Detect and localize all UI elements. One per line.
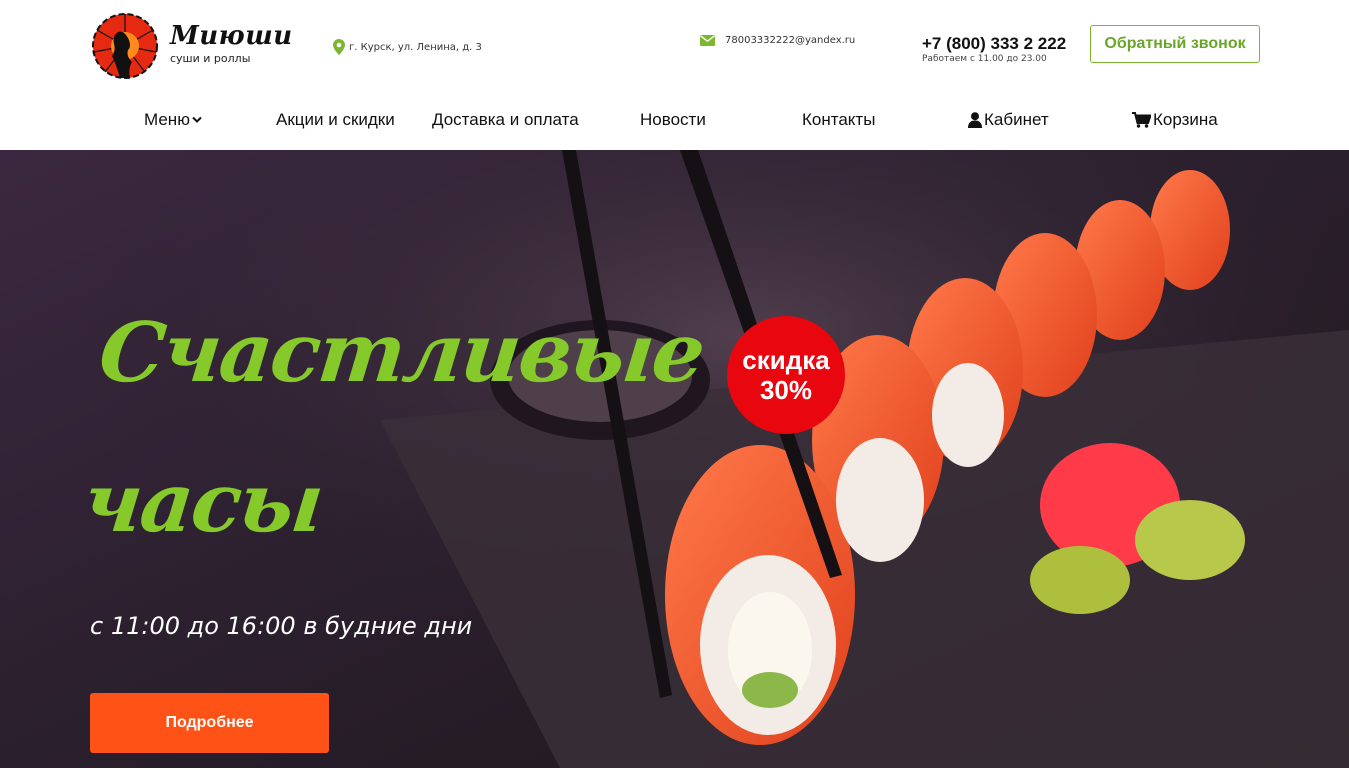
brand-tagline: суши и роллы <box>170 52 251 65</box>
nav-item-label: Доставка и оплата <box>432 110 579 129</box>
hero-banner: Счастливые часы с 11:00 до 16:00 в будни… <box>0 150 1349 768</box>
nav-item-news[interactable]: Новости <box>640 110 706 130</box>
email-link[interactable]: 78003332222@yandex.ru <box>725 35 855 46</box>
discount-badge: скидка 30% <box>727 316 845 434</box>
badge-line-1: скидка <box>742 345 830 375</box>
nav-item-cart[interactable]: Корзина <box>1132 110 1218 130</box>
chevron-down-icon <box>192 116 202 123</box>
main-nav: Меню Акции и скидки Доставка и оплата Но… <box>0 102 1349 140</box>
nav-item-label: Новости <box>640 110 706 129</box>
email[interactable]: 78003332222@yandex.ru <box>700 35 855 46</box>
user-icon <box>968 112 982 128</box>
phone-number[interactable]: +7 (800) 333 2 222 <box>922 35 1066 53</box>
map-pin-icon <box>333 39 345 55</box>
nav-item-label: Корзина <box>1153 110 1218 129</box>
logo-text[interactable]: Миюши суши и роллы <box>170 22 293 65</box>
hero-subtitle: с 11:00 до 16:00 в будние дни <box>90 612 473 640</box>
nav-item-account[interactable]: Кабинет <box>968 110 1049 130</box>
phone-block: +7 (800) 333 2 222 Работаем с 11.00 до 2… <box>922 35 1066 65</box>
nav-item-label: Акции и скидки <box>276 110 395 129</box>
hero-title: Счастливые часы <box>76 278 708 578</box>
callback-button[interactable]: Обратный звонок <box>1090 25 1260 63</box>
badge-line-2: 30% <box>759 375 813 405</box>
nav-item-label: Кабинет <box>984 110 1049 129</box>
brand-name: Миюши <box>170 21 293 51</box>
nav-item-menu[interactable]: Меню <box>144 110 202 130</box>
working-hours: Работаем с 11.00 до 23.00 <box>922 54 1047 64</box>
cart-icon <box>1132 112 1151 128</box>
site-header: Миюши суши и роллы г. Курск, ул. Ленина,… <box>0 0 1349 150</box>
nav-item-promo[interactable]: Акции и скидки <box>276 110 395 130</box>
nav-item-label: Меню <box>144 110 190 129</box>
envelope-icon <box>700 35 715 46</box>
logo-umbrella-geisha-icon[interactable] <box>90 12 160 80</box>
address-text: г. Курск, ул. Ленина, д. 3 <box>349 41 482 53</box>
address: г. Курск, ул. Ленина, д. 3 <box>333 39 482 55</box>
hero-title-line-2: часы <box>79 455 327 551</box>
nav-item-label: Контакты <box>802 110 876 129</box>
hero-title-line-1: Счастливые <box>94 305 708 401</box>
nav-item-delivery[interactable]: Доставка и оплата <box>432 110 579 130</box>
nav-item-contacts[interactable]: Контакты <box>802 110 875 130</box>
more-details-button[interactable]: Подробнее <box>90 693 329 753</box>
